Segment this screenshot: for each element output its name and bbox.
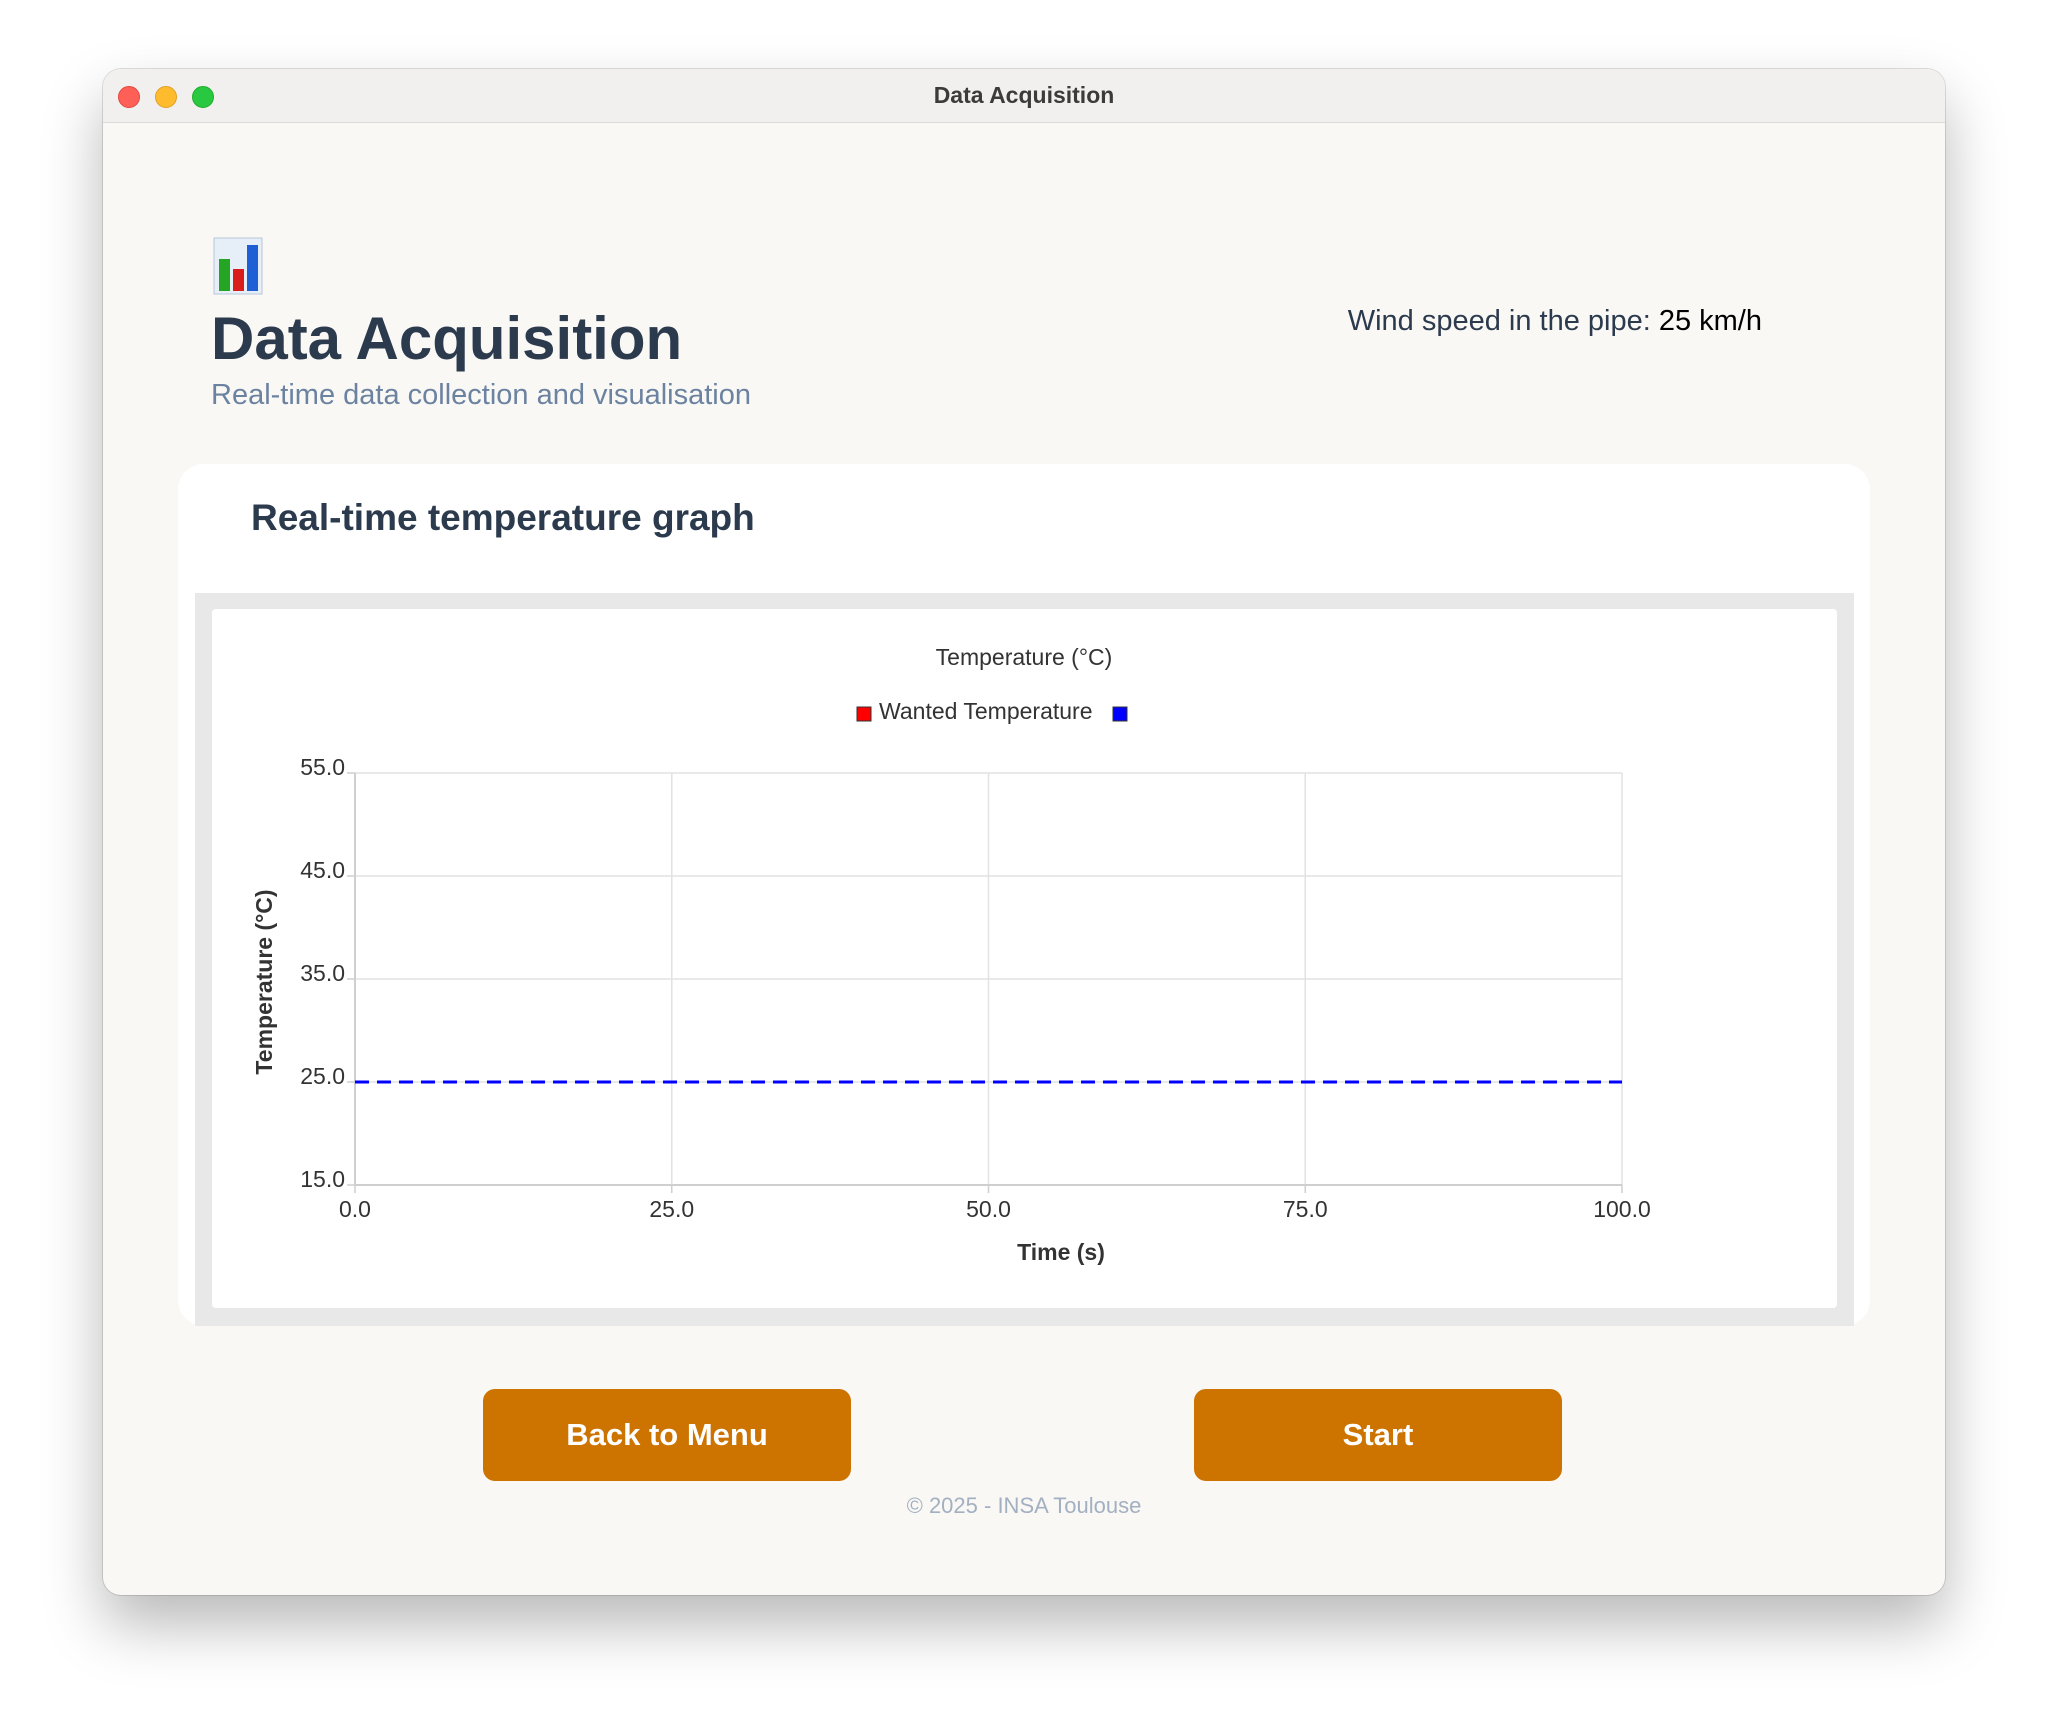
x-tick-label: 100.0: [1593, 1196, 1651, 1222]
bar-chart-icon: [213, 237, 263, 295]
y-axis-title: Temperature (°C): [251, 889, 277, 1074]
window-title: Data Acquisition: [933, 82, 1115, 108]
legend-label[interactable]: Wanted Temperature: [879, 698, 1093, 724]
x-tick-label: 75.0: [1283, 1196, 1328, 1222]
y-tick-label: 15.0: [300, 1166, 345, 1192]
legend-swatch[interactable]: [856, 706, 872, 722]
x-tick-label: 0.0: [339, 1196, 371, 1222]
y-tick-label: 55.0: [300, 754, 345, 780]
page-title: Data Acquisition: [211, 305, 683, 372]
chart-grid: [354, 772, 1623, 1186]
chart-title: Temperature (°C): [936, 644, 1113, 670]
app-window: Data Acquisition Data Acquisition Real-t…: [103, 69, 1945, 1595]
y-tick-label: 45.0: [300, 857, 345, 883]
chart-axes: 0.0 25.0 50.0 75.0 100.0 15.0 25.0 35.0 45.0 55.0: [300, 754, 1651, 1222]
wind-speed-label: Wind speed in the pipe:: [1347, 305, 1651, 337]
legend-swatch[interactable]: [1112, 706, 1128, 722]
x-tick-label: 50.0: [966, 1196, 1011, 1222]
y-tick-label: 25.0: [300, 1063, 345, 1089]
wind-speed-readout: Wind speed in the pipe: 25 km/h: [1348, 301, 1762, 341]
chart-legend: Wanted Temperature: [856, 698, 1128, 724]
y-tick-label: 35.0: [300, 960, 345, 986]
graph-card-title: Real-time temperature graph: [251, 497, 755, 538]
chart-frame: Temperature (°C) Wanted Temperature 0.0 2…: [195, 593, 1854, 1326]
x-tick-label: 25.0: [649, 1196, 694, 1222]
back-to-menu-button[interactable]: Back to Menu: [483, 1389, 851, 1481]
page-subtitle: Real-time data collection and visualisat…: [211, 379, 752, 411]
x-axis-title: Time (s): [1017, 1239, 1105, 1265]
chart-area: Temperature (°C) Wanted Temperature 0.0 2…: [212, 609, 1837, 1308]
footer-copyright: © 2025 - INSA Toulouse: [906, 1493, 1142, 1518]
title-bar: Data Acquisition: [103, 69, 1945, 123]
start-button[interactable]: Start: [1194, 1389, 1562, 1481]
wind-speed-value: 25 km/h: [1658, 305, 1762, 337]
temperature-chart: Temperature (°C) Wanted Temperature 0.0 2…: [251, 644, 1651, 1265]
